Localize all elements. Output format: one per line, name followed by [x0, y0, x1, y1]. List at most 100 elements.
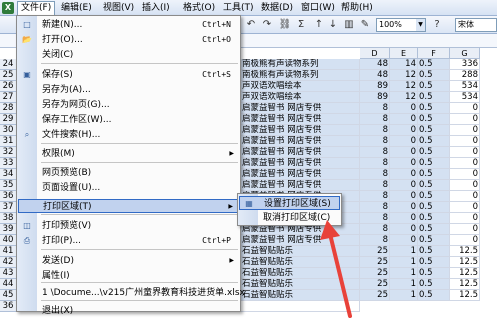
cell-f[interactable]: 0.5: [418, 158, 450, 169]
cell-g[interactable]: 0: [450, 125, 480, 136]
file-menu-item-save-as[interactable]: 另存为(A)...: [18, 83, 239, 97]
row-number[interactable]: 31: [0, 136, 17, 147]
row-number[interactable]: 42: [0, 257, 17, 268]
file-menu-item-permission[interactable]: 权限(M) ▶: [18, 147, 239, 161]
menu-view[interactable]: 视图(V): [100, 2, 137, 15]
cell-d[interactable]: 8: [360, 103, 390, 114]
cell-f[interactable]: 0.5: [418, 257, 450, 268]
cell-f[interactable]: 0.5: [418, 147, 450, 158]
cell-e[interactable]: 0: [390, 158, 418, 169]
row-number[interactable]: 38: [0, 213, 17, 224]
cell-d[interactable]: 25: [360, 257, 390, 268]
file-menu-item-save[interactable]: ▣ 保存(S) Ctrl+S: [18, 68, 239, 82]
cell-g[interactable]: 336: [450, 59, 480, 70]
cell-d[interactable]: 8: [360, 202, 390, 213]
row-number[interactable]: 36: [0, 301, 17, 312]
cell-e[interactable]: 0: [390, 202, 418, 213]
cell-d[interactable]: 8: [360, 114, 390, 125]
cell-g[interactable]: 12.5: [450, 246, 480, 257]
cell-g[interactable]: 0: [450, 213, 480, 224]
row-number[interactable]: 37: [0, 202, 17, 213]
cell-e[interactable]: 1: [390, 257, 418, 268]
cell-g[interactable]: 0: [450, 136, 480, 147]
menu-insert[interactable]: 插入(I): [139, 2, 173, 15]
cell-e[interactable]: 0: [390, 147, 418, 158]
file-menu-item-new[interactable]: □ 新建(N)... Ctrl+N: [18, 18, 239, 32]
cell-g[interactable]: 0: [450, 224, 480, 235]
cell-e[interactable]: 0: [390, 224, 418, 235]
row-number[interactable]: 29: [0, 114, 17, 125]
file-menu-item-print-preview[interactable]: ◫ 打印预览(V): [18, 219, 239, 233]
row-number[interactable]: 40: [0, 235, 17, 246]
cell-d[interactable]: 8: [360, 180, 390, 191]
menu-help[interactable]: 帮助(H): [338, 2, 376, 15]
cell-e[interactable]: 0: [390, 136, 418, 147]
cell-d[interactable]: 89: [360, 81, 390, 92]
row-number[interactable]: 43: [0, 268, 17, 279]
row-number[interactable]: 41: [0, 246, 17, 257]
file-menu-item-print[interactable]: ⎙ 打印(P)... Ctrl+P: [18, 234, 239, 248]
row-number[interactable]: 33: [0, 158, 17, 169]
column-header-d[interactable]: D: [360, 48, 390, 59]
cell-e[interactable]: 0: [390, 213, 418, 224]
cell-e[interactable]: 1: [390, 246, 418, 257]
cell-d[interactable]: 8: [360, 125, 390, 136]
set-print-area-item[interactable]: ▦ 设置打印区域(S): [239, 196, 340, 210]
cell-e[interactable]: 1: [390, 279, 418, 290]
cell-g[interactable]: 0: [450, 169, 480, 180]
file-menu-item-page-setup[interactable]: 页面设置(U)...: [18, 181, 239, 195]
cell-f[interactable]: 0.5: [418, 213, 450, 224]
row-number[interactable]: 36: [0, 191, 17, 202]
cell-e[interactable]: 0: [390, 169, 418, 180]
cell-f[interactable]: 0.5: [418, 268, 450, 279]
row-number[interactable]: 45: [0, 290, 17, 301]
drawing-icon[interactable]: ✎: [358, 18, 372, 32]
cell-e[interactable]: 0: [390, 114, 418, 125]
cell-e[interactable]: 0: [390, 125, 418, 136]
file-menu-item-open[interactable]: 📂 打开(O)... Ctrl+O: [18, 33, 239, 47]
cell-d[interactable]: 25: [360, 279, 390, 290]
cell-g[interactable]: 12.5: [450, 279, 480, 290]
redo-icon[interactable]: ↷: [260, 18, 274, 32]
cell-d[interactable]: 89: [360, 92, 390, 103]
cell-e[interactable]: 12: [390, 92, 418, 103]
cell-d[interactable]: 8: [360, 147, 390, 158]
cell-g[interactable]: 12.5: [450, 268, 480, 279]
row-number[interactable]: 39: [0, 224, 17, 235]
cell-g[interactable]: 0: [450, 180, 480, 191]
file-menu-item-exit[interactable]: 退出(X): [18, 304, 239, 318]
row-number[interactable]: 44: [0, 279, 17, 290]
row-number[interactable]: 35: [0, 180, 17, 191]
cell-d[interactable]: 25: [360, 290, 390, 301]
cell-g[interactable]: 534: [450, 92, 480, 103]
cell-e[interactable]: 1: [390, 290, 418, 301]
cell-g[interactable]: 12.5: [450, 290, 480, 301]
cell-d[interactable]: 25: [360, 246, 390, 257]
cell-f[interactable]: 0.5: [418, 246, 450, 257]
cell-e[interactable]: 1: [390, 268, 418, 279]
cell-e[interactable]: 0: [390, 235, 418, 246]
cell-g[interactable]: 0: [450, 158, 480, 169]
row-number[interactable]: 30: [0, 125, 17, 136]
row-number[interactable]: 24: [0, 59, 17, 70]
file-menu-item-send[interactable]: 发送(D) ▶: [18, 254, 239, 268]
cell-g[interactable]: 0: [450, 114, 480, 125]
cell-f[interactable]: 0.5: [418, 191, 450, 202]
cell-g[interactable]: 12.5: [450, 257, 480, 268]
cell-d[interactable]: 8: [360, 213, 390, 224]
cell-f[interactable]: 0.5: [418, 81, 450, 92]
cell-d[interactable]: 48: [360, 59, 390, 70]
cell-d[interactable]: 25: [360, 268, 390, 279]
file-menu-item-recent-file-1[interactable]: 1 \Docume...\v215广州童界教育科技进货单.xlsx: [18, 286, 245, 300]
menu-file[interactable]: 文件(F): [17, 1, 56, 16]
menu-window[interactable]: 窗口(W): [298, 2, 338, 15]
file-menu-item-file-search[interactable]: ⌕ 文件搜索(H)...: [18, 128, 239, 142]
column-header-f[interactable]: F: [418, 48, 450, 59]
cell-f[interactable]: 0.5: [418, 235, 450, 246]
cell-g[interactable]: 0: [450, 235, 480, 246]
cell-e[interactable]: 0: [390, 191, 418, 202]
cell-f[interactable]: 0.5: [418, 180, 450, 191]
cell-e[interactable]: 0: [390, 180, 418, 191]
chart-wizard-icon[interactable]: ▥: [342, 18, 356, 32]
cell-f[interactable]: 0.5: [418, 92, 450, 103]
